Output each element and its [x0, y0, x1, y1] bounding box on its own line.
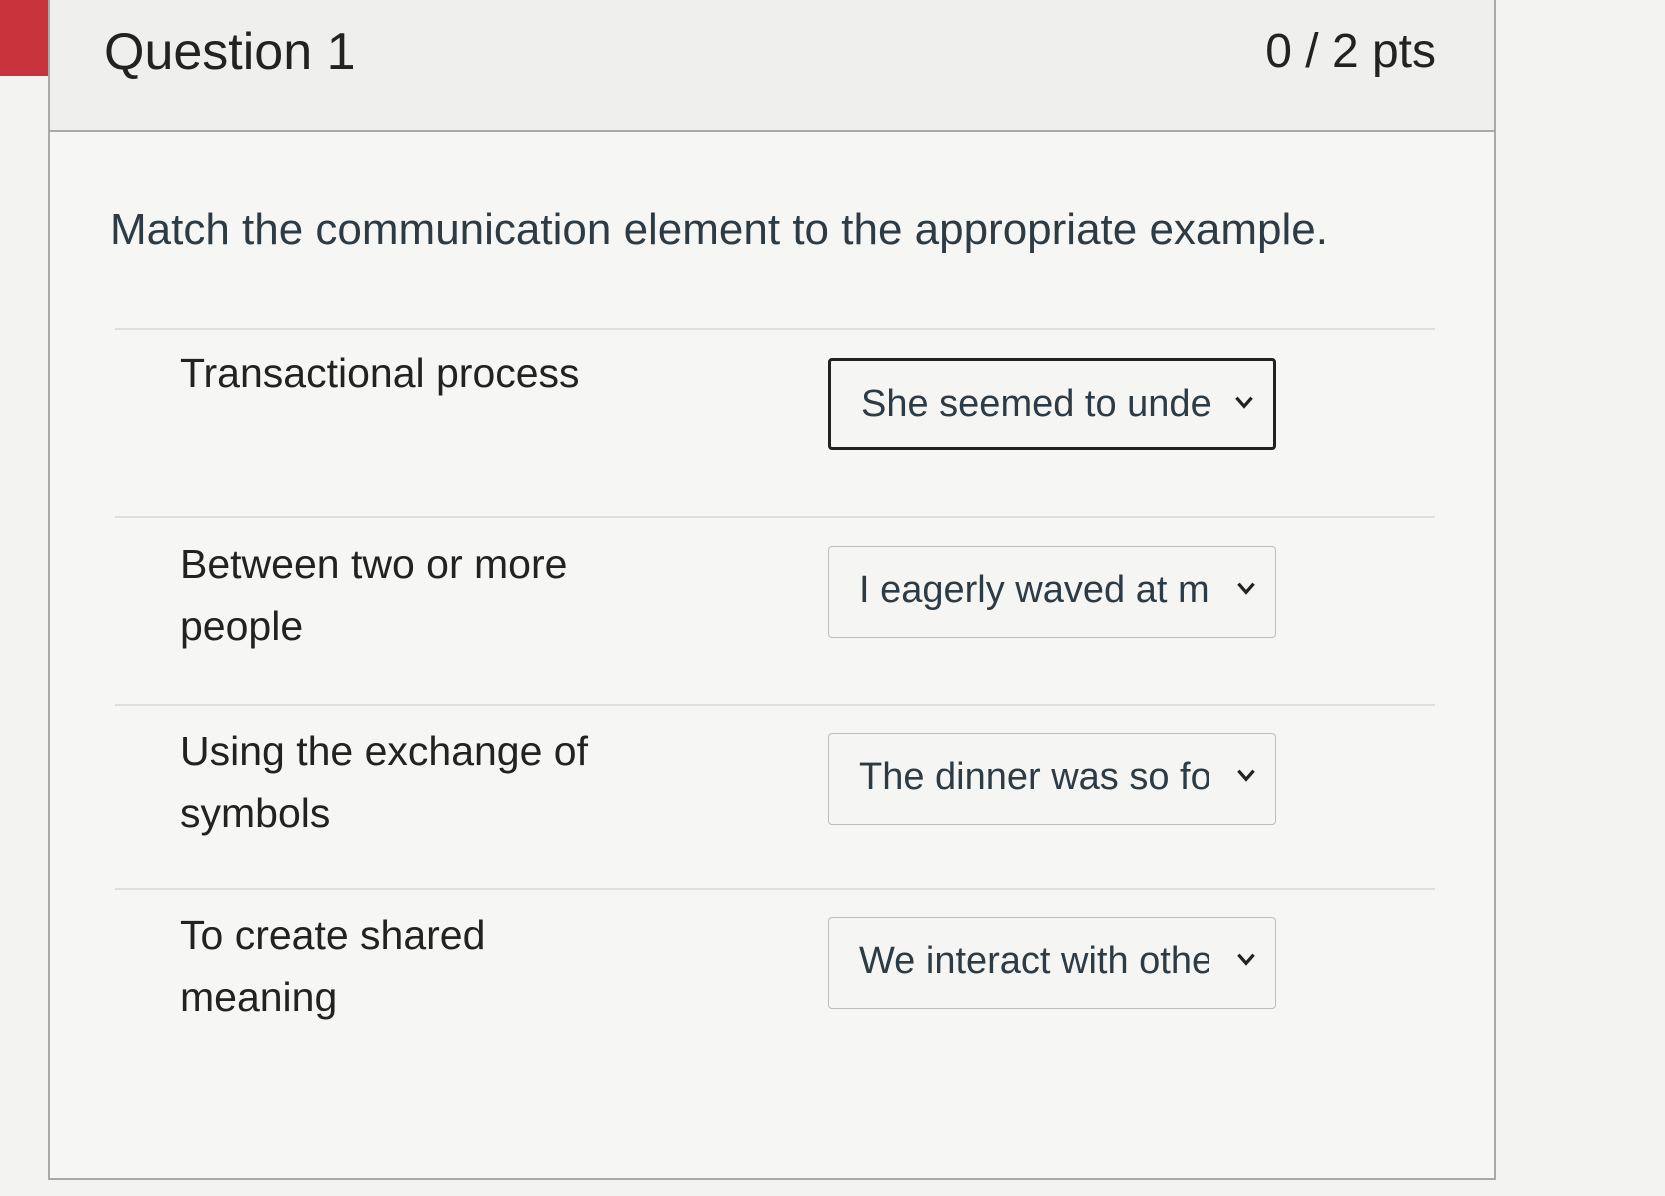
select-value: She seemed to unders: [861, 383, 1211, 425]
select-value: I eagerly waved at my: [859, 569, 1209, 611]
quiz-page: Question 1 0 / 2 pts Match the communica…: [0, 0, 1665, 1196]
chevron-down-icon: [1237, 769, 1255, 782]
question-prompt: Match the communication element to the a…: [110, 205, 1328, 254]
select-value: The dinner was so for: [859, 756, 1209, 798]
answer-select[interactable]: We interact with othe: [828, 917, 1276, 1009]
chevron-down-icon: [1237, 953, 1255, 966]
question-card: Question 1 0 / 2 pts Match the communica…: [48, 0, 1496, 1180]
match-row: [115, 328, 1435, 330]
select-value: We interact with othe: [859, 940, 1209, 982]
answer-label: Transactional process: [180, 350, 580, 396]
question-title: Question 1: [104, 23, 356, 81]
question-points: 0 / 2 pts: [1265, 25, 1436, 78]
match-row: [115, 516, 1435, 518]
match-row: [115, 888, 1435, 890]
chevron-down-icon: [1237, 582, 1255, 595]
answer-select[interactable]: The dinner was so for: [828, 733, 1276, 825]
question-header: Question 1 0 / 2 pts: [50, 0, 1494, 132]
chevron-down-icon: [1235, 396, 1253, 409]
answer-select[interactable]: She seemed to unders: [828, 358, 1276, 450]
answer-label: To create shared meaning: [180, 912, 486, 1020]
answer-select[interactable]: I eagerly waved at my: [828, 546, 1276, 638]
answer-label: Between two or more people: [180, 541, 568, 649]
answer-label: Using the exchange of symbols: [180, 728, 588, 836]
match-row: [115, 704, 1435, 706]
